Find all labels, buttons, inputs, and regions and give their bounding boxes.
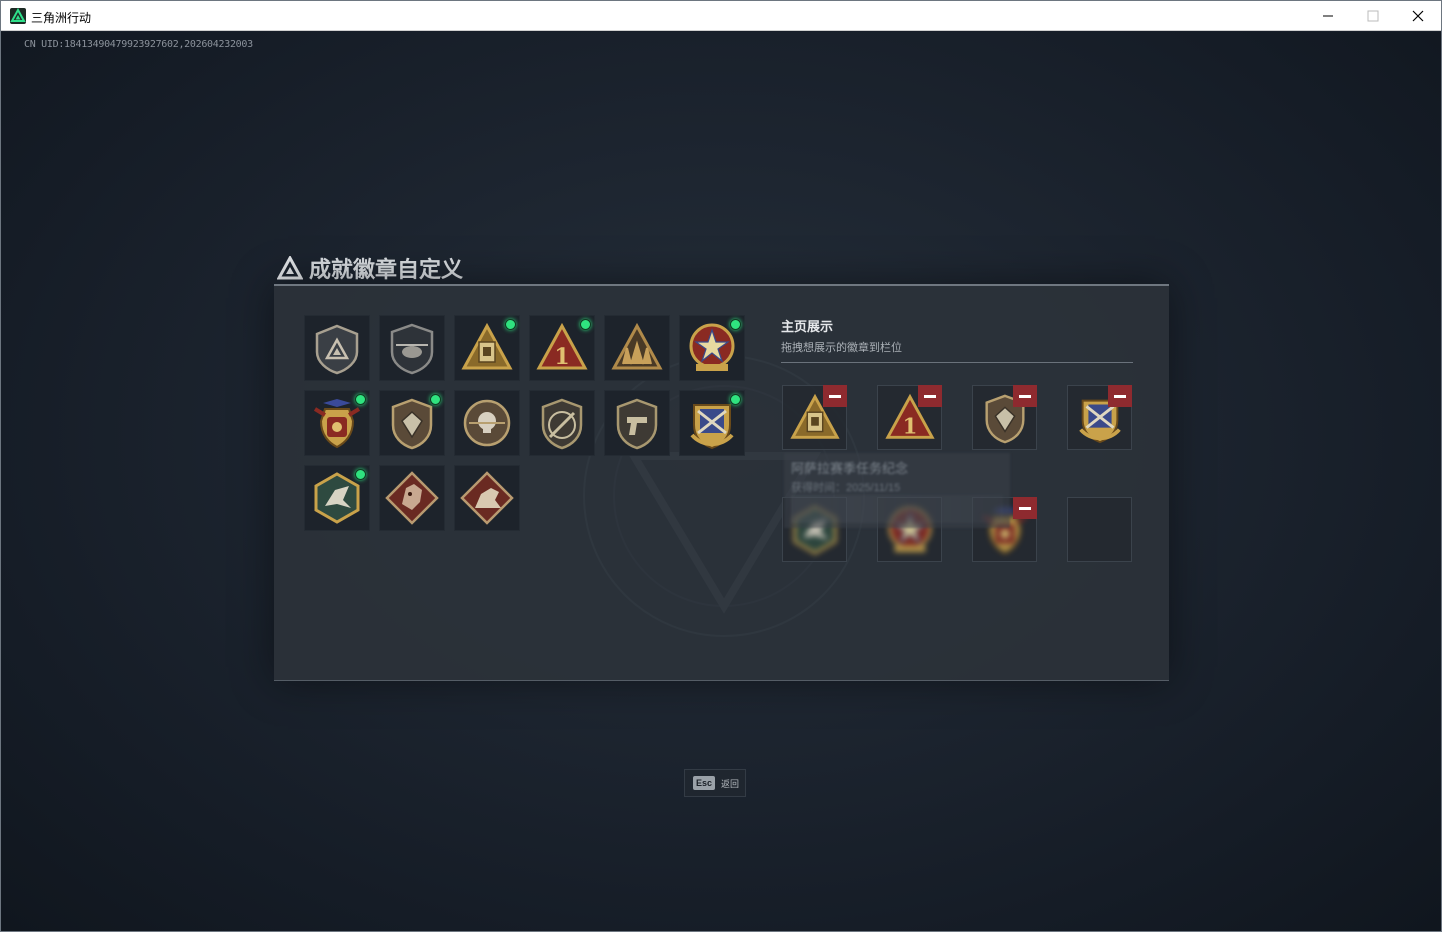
badge-item[interactable] (604, 315, 670, 381)
badge-item[interactable] (679, 315, 745, 381)
divider (781, 362, 1133, 363)
new-indicator-dot (355, 469, 366, 480)
maximize-icon[interactable] (1350, 1, 1396, 31)
showcase-slot[interactable] (782, 385, 847, 450)
page-title: 成就徽章自定义 (309, 258, 464, 283)
minus-icon (1019, 394, 1031, 398)
remove-badge-button[interactable] (918, 385, 942, 407)
shield-triangle-badge-icon (315, 324, 359, 375)
esc-back-button[interactable]: Esc 返回 (684, 769, 746, 797)
badge-item[interactable] (304, 465, 370, 531)
tooltip-description (791, 495, 1003, 523)
window-title: 三角洲行动 (31, 11, 92, 25)
badge-item[interactable] (529, 390, 595, 456)
showcase-slot-empty[interactable] (1067, 497, 1132, 562)
new-indicator-dot (730, 319, 741, 330)
remove-badge-button[interactable] (1013, 497, 1037, 519)
badge-item[interactable] (304, 315, 370, 381)
soldiers-triangle-badge-icon (611, 322, 663, 370)
skull-round-badge-icon (463, 399, 511, 447)
minimize-icon[interactable] (1305, 1, 1351, 31)
tooltip-title: 阿萨拉赛季任务纪念 (791, 461, 909, 476)
badge-item[interactable] (304, 390, 370, 456)
new-indicator-dot (730, 394, 741, 405)
new-indicator-dot (505, 319, 516, 330)
tooltip-date: 获得时间：2025/11/15 (791, 482, 901, 494)
badge-item[interactable] (454, 315, 520, 381)
new-indicator-dot (580, 319, 591, 330)
uid-label: CN UID:18413490479923927602,202604232003 (24, 39, 253, 50)
minus-icon (1114, 394, 1126, 398)
minus-icon (829, 394, 841, 398)
helicopter-badge-icon (390, 323, 434, 375)
rider-diamond-badge-icon (460, 471, 514, 525)
badge-item[interactable] (604, 390, 670, 456)
badge-item[interactable] (379, 465, 445, 531)
minus-icon (1019, 506, 1031, 510)
app-icon (10, 7, 26, 24)
svg-text:1: 1 (554, 344, 569, 370)
remove-badge-button[interactable] (1108, 385, 1132, 407)
showcase-subtitle: 拖拽想展示的徽章到栏位 (781, 341, 902, 354)
new-indicator-dot (355, 394, 366, 405)
badge-item[interactable]: 1 (529, 315, 595, 381)
badge-customize-panel: 1 主页展示 拖拽想展示的徽章到栏位 1 阿萨拉赛季任务纪念 获得时间：2025… (274, 284, 1169, 681)
badge-item[interactable] (379, 315, 445, 381)
svg-text:1: 1 (902, 414, 917, 439)
badge-tooltip: 阿萨拉赛季任务纪念 获得时间：2025/11/15 (784, 453, 1010, 528)
remove-badge-button[interactable] (1013, 385, 1037, 407)
esc-label: 返回 (721, 778, 740, 789)
page-header: 成就徽章自定义 (277, 252, 463, 284)
badge-item[interactable] (379, 390, 445, 456)
game-window: 三角洲行动 CN UID:18413490479923927602,202604… (0, 0, 1442, 932)
showcase-slot[interactable] (972, 385, 1037, 450)
dragon-diamond-badge-icon (385, 471, 439, 525)
badge-item[interactable] (454, 390, 520, 456)
esc-key: Esc (693, 776, 716, 790)
delta-logo-icon (277, 256, 303, 280)
remove-badge-button[interactable] (823, 385, 847, 407)
rifle-shield-badge-icon (541, 398, 583, 450)
showcase-title: 主页展示 (781, 320, 834, 335)
pistol-shield-badge-icon (616, 398, 658, 450)
showcase-slot[interactable]: 1 (877, 385, 942, 450)
showcase-header: 主页展示 拖拽想展示的徽章到栏位 (781, 316, 1133, 363)
badge-item[interactable] (454, 465, 520, 531)
title-bar: 三角洲行动 (1, 1, 1441, 31)
showcase-slot[interactable] (1067, 385, 1132, 450)
minus-icon (924, 394, 936, 398)
new-indicator-dot (430, 394, 441, 405)
close-icon[interactable] (1395, 1, 1441, 31)
game-viewport: CN UID:18413490479923927602,202604232003… (1, 32, 1441, 931)
badge-item[interactable] (679, 390, 745, 456)
